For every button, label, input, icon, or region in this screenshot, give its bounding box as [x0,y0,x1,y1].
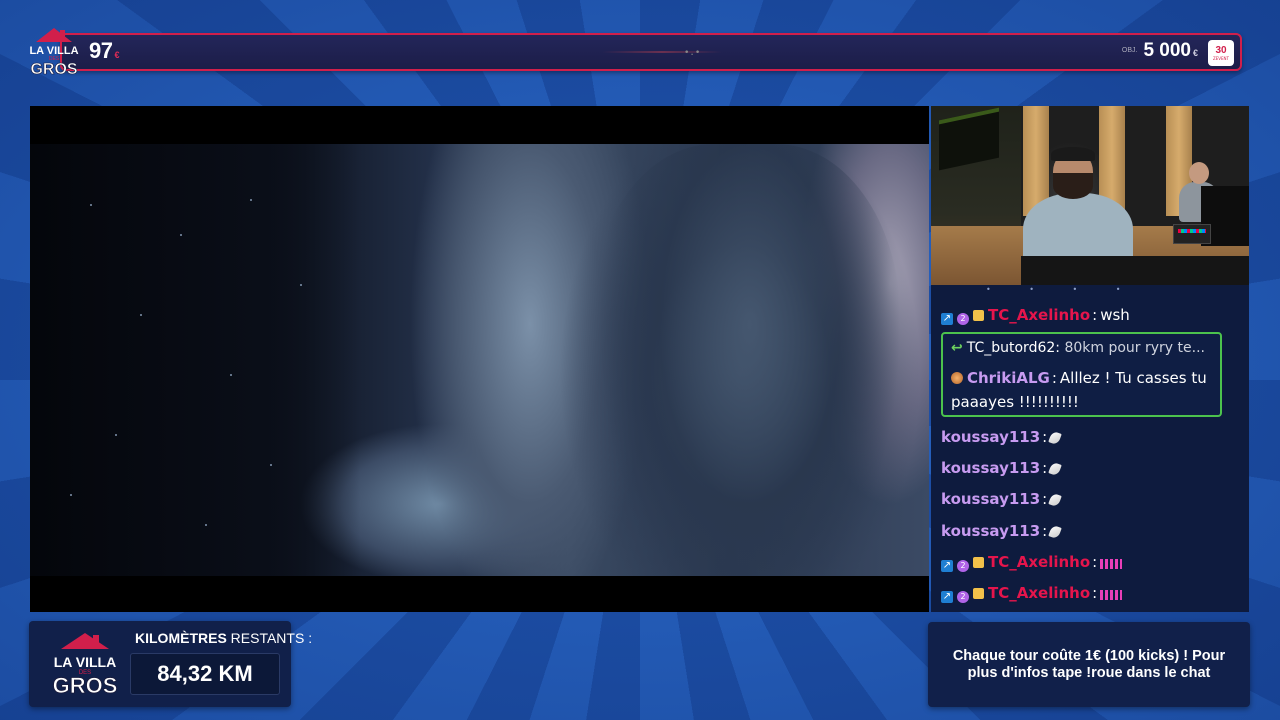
chat-username[interactable]: ChrikiALG [967,369,1050,387]
number-badge-icon: 2 [957,591,969,603]
chat-message: koussay113: [941,490,1062,508]
chat-message: ↗ 2 TC_Axelinho: [941,584,1123,603]
reply-username[interactable]: TC_butord62: [967,340,1060,356]
number-badge-icon: 2 [957,560,969,572]
villa-logo-top: LA VILLA DES GROS [29,28,79,78]
goal-unit: € [1192,48,1198,58]
gift-badge-icon [973,310,984,321]
reply-main-line: ChrikiALG: Alllez ! Tu casses tu paaayes … [951,366,1219,414]
zevent-badge-sub: ZEVENT [1213,55,1229,61]
chat-username[interactable]: TC_Axelinho [988,306,1090,324]
arrow-badge-icon: ↗ [941,560,953,572]
chat-message: koussay113: [941,522,1062,540]
chat-panel[interactable]: • • • • ↗ 2 TC_Axelinho: wsh ↩ TC_butord62: … [931,285,1249,612]
chat-username[interactable]: koussay113 [941,459,1040,477]
feather-emote-icon [1048,524,1062,540]
speck [115,434,117,436]
speck [70,494,72,496]
km-remaining-panel: LA VILLA DES GROS KILOMÈTRES RESTANTS : … [29,621,312,707]
wheel-info-panel: Chaque tour coûte 1€ (100 kicks) ! Pour … [928,622,1250,707]
km-value: 84,32 KM [157,661,253,686]
speck [140,314,142,316]
feather-emote-icon [1048,430,1062,446]
speck [250,199,252,201]
streamer-beard [1053,173,1093,199]
speck [230,374,232,376]
km-label-bold: KILOMÈTRES [135,630,227,646]
zevent-badge: 30 ZEVENT [1208,40,1234,66]
progress-line [602,51,722,53]
logo-line3: GROS [30,61,77,78]
chat-message: ↗ 2 TC_Axelinho: wsh [941,306,1130,325]
reply-text: 80km pour ryry te... [1064,340,1205,356]
speck [180,234,182,236]
arrow-badge-icon: ↗ [941,313,953,325]
donation-goal: OBJ. 5 000 € [1122,40,1198,62]
chat-separator: : [1042,459,1048,477]
goal-prefix: OBJ. [1121,47,1138,55]
km-label-rest: RESTANTS : [226,630,313,646]
donation-progress-bar: •.• [60,33,1242,71]
pink-bars-emote-icon [1100,590,1123,600]
speck [270,464,272,466]
reply-context: ↩ TC_butord62: 80km pour ryry te... [951,340,1205,356]
user-avatar-icon [951,372,963,384]
highlighted-reply-message: ↩ TC_butord62: 80km pour ryry te... Chrik… [941,332,1222,417]
goal-value: 5 000 [1143,40,1191,61]
gift-badge-icon [973,588,984,599]
video-player[interactable] [30,106,929,612]
wheel-info-text: Chaque tour coûte 1€ (100 kicks) ! Pour … [952,647,1226,681]
arrow-badge-icon: ↗ [941,591,953,603]
speck [90,204,92,206]
chat-scroll-indicator: • • • • [986,285,1139,294]
pink-bars-emote-icon [1100,559,1123,569]
chat-separator: : [1051,369,1057,387]
chat-separator: : [1042,428,1048,446]
feather-emote-icon [1048,492,1062,508]
chat-username[interactable]: koussay113 [941,522,1040,540]
chat-text: wsh [1100,306,1130,324]
zevent-badge-number: 30 [1215,44,1227,56]
chat-separator: : [1042,522,1048,540]
webcam-feed [931,106,1249,285]
km-value-box: 84,32 KM [130,653,280,695]
chat-separator: : [1092,584,1098,602]
feather-emote-icon [1048,461,1062,477]
video-figure [590,144,900,576]
km-logo-line3: GROS [53,673,118,698]
video-frame [30,144,929,576]
webcam-mixer [1173,224,1211,244]
villa-logo-bottom: LA VILLA DES GROS [52,633,118,698]
chat-separator: : [1092,306,1098,324]
speck [300,284,302,286]
donation-count-unit: € [114,50,119,60]
chat-separator: : [1092,553,1098,571]
km-logo-line1: LA VILLA [54,654,116,670]
streamer-headset [1051,147,1095,161]
km-label: KILOMÈTRES RESTANTS : [135,630,312,646]
number-badge-icon: 2 [957,313,969,325]
webcam-desk [1021,256,1249,285]
speck [205,524,207,526]
reply-arrow-icon: ↩ [951,340,963,356]
chat-separator: : [1042,490,1048,508]
chat-username[interactable]: TC_Axelinho [988,584,1090,602]
video-shadow [30,144,360,576]
chat-message: koussay113: [941,428,1062,446]
progress-marker-icon: •.• [684,48,701,58]
gift-badge-icon [973,557,984,568]
chat-username[interactable]: koussay113 [941,428,1040,446]
chat-message: ↗ 2 TC_Axelinho: [941,553,1123,572]
streamer [1023,147,1133,273]
chat-username[interactable]: koussay113 [941,490,1040,508]
donation-count-value: 97 [89,38,113,63]
chat-message: koussay113: [941,459,1062,477]
chat-username[interactable]: TC_Axelinho [988,553,1090,571]
second-person-head [1189,162,1209,184]
donation-count: 97 € [89,38,119,64]
